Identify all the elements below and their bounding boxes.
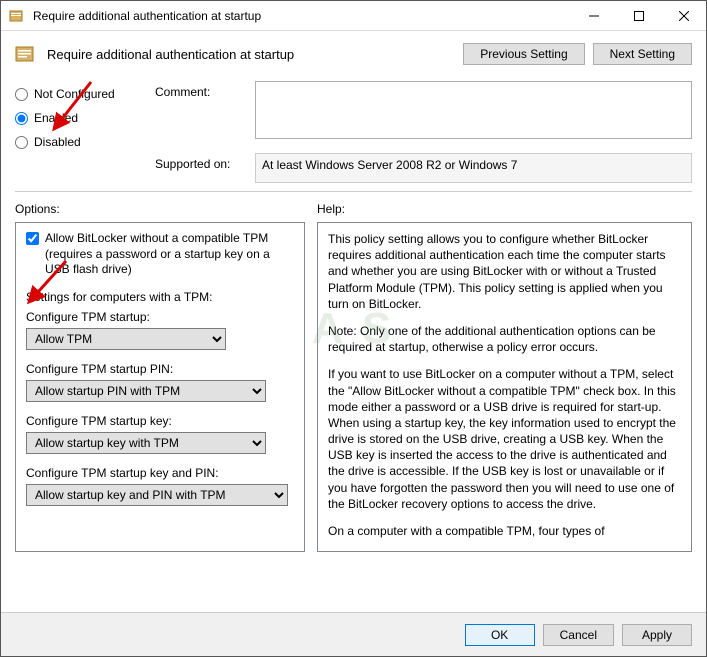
radio-input[interactable] xyxy=(15,88,28,101)
tpm-key-pin-combo[interactable]: Allow startup key and PIN with TPM xyxy=(26,484,288,506)
options-header: Options: xyxy=(15,202,305,216)
help-paragraph: If you want to use BitLocker on a comput… xyxy=(328,366,681,512)
ok-button[interactable]: OK xyxy=(465,624,535,646)
cancel-button[interactable]: Cancel xyxy=(543,624,614,646)
apply-button[interactable]: Apply xyxy=(622,624,692,646)
help-paragraph: This policy setting allows you to config… xyxy=(328,231,681,312)
radio-input[interactable] xyxy=(15,112,28,125)
tpm-pin-label: Configure TPM startup PIN: xyxy=(26,362,294,376)
tpm-startup-label: Configure TPM startup: xyxy=(26,310,294,324)
policy-icon xyxy=(9,8,25,24)
help-panel: This policy setting allows you to config… xyxy=(317,222,692,552)
annotation-arrow xyxy=(21,256,71,311)
comment-input[interactable] xyxy=(255,81,692,139)
minimize-button[interactable] xyxy=(571,1,616,30)
close-button[interactable] xyxy=(661,1,706,30)
config-area: Not Configured Enabled Disabled Comment:… xyxy=(1,73,706,183)
annotation-arrow xyxy=(46,77,96,137)
title-bar: Require additional authentication at sta… xyxy=(1,1,706,31)
radio-input[interactable] xyxy=(15,136,28,149)
help-paragraph: Note: Only one of the additional authent… xyxy=(328,323,681,355)
tpm-pin-combo[interactable]: Allow startup PIN with TPM xyxy=(26,380,266,402)
maximize-button[interactable] xyxy=(616,1,661,30)
allow-without-tpm-label: Allow BitLocker without a compatible TPM… xyxy=(45,231,294,278)
help-header: Help: xyxy=(317,202,692,216)
window-title: Require additional authentication at sta… xyxy=(33,9,571,23)
comment-label: Comment: xyxy=(155,81,245,99)
split-area: Options: Allow BitLocker without a compa… xyxy=(1,192,706,562)
help-paragraph: On a computer with a compatible TPM, fou… xyxy=(328,523,681,539)
allow-without-tpm-checkbox[interactable] xyxy=(26,232,39,245)
tpm-key-pin-label: Configure TPM startup key and PIN: xyxy=(26,466,294,480)
policy-icon xyxy=(15,43,37,65)
tpm-startup-combo[interactable]: Allow TPM xyxy=(26,328,226,350)
window-controls xyxy=(571,1,706,30)
tpm-key-combo[interactable]: Allow startup key with TPM xyxy=(26,432,266,454)
supported-label: Supported on: xyxy=(155,153,245,171)
next-setting-button[interactable]: Next Setting xyxy=(593,43,692,65)
header-row: Require additional authentication at sta… xyxy=(1,31,706,73)
radio-disabled[interactable]: Disabled xyxy=(15,135,155,149)
dialog-footer: OK Cancel Apply xyxy=(1,612,706,656)
radio-label: Disabled xyxy=(34,135,81,149)
supported-on-value: At least Windows Server 2008 R2 or Windo… xyxy=(255,153,692,183)
previous-setting-button[interactable]: Previous Setting xyxy=(463,43,584,65)
policy-title: Require additional authentication at sta… xyxy=(47,47,463,62)
tpm-key-label: Configure TPM startup key: xyxy=(26,414,294,428)
